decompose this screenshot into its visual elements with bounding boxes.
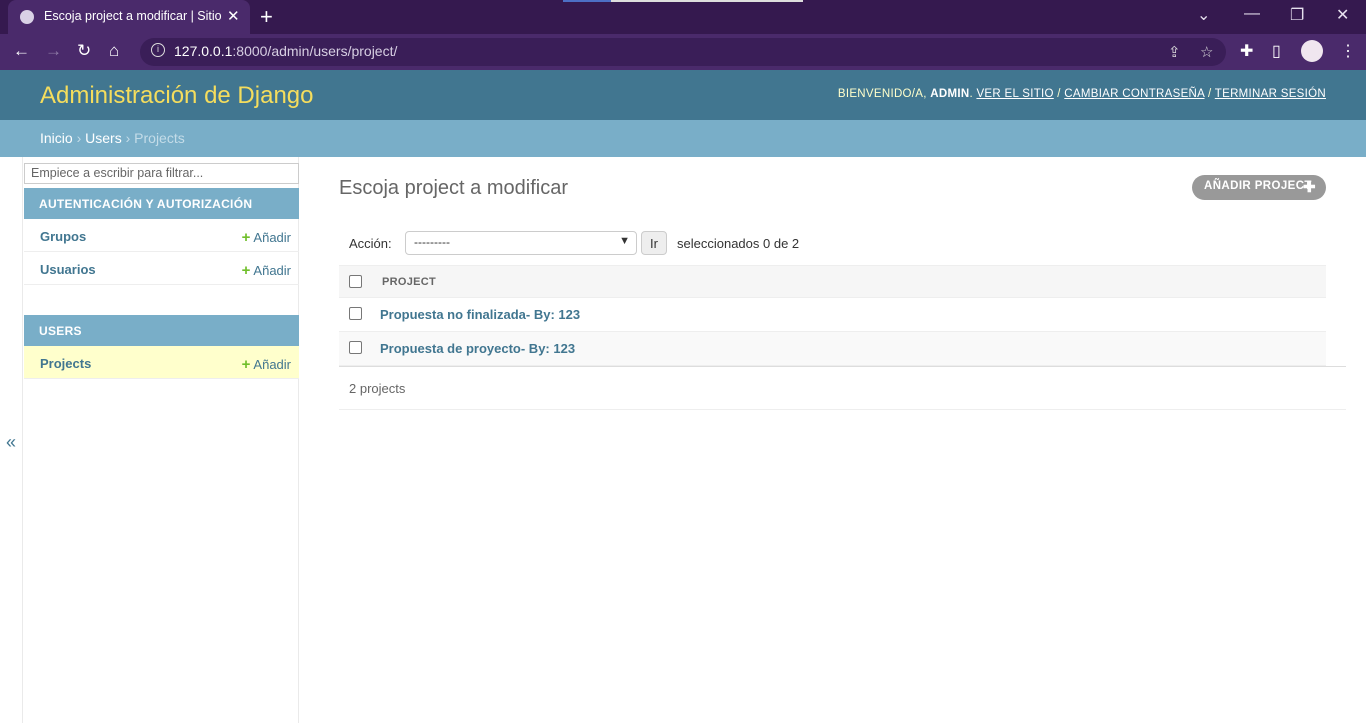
row-checkbox[interactable] xyxy=(349,341,362,354)
tab-strip-indicator-accent xyxy=(563,0,611,2)
table-row: Propuesta de proyecto- By: 123 xyxy=(339,332,1326,366)
forward-icon[interactable]: → xyxy=(45,41,62,61)
sidebar-item-label[interactable]: Usuarios xyxy=(40,262,96,277)
action-select[interactable]: --------- ▼ xyxy=(405,231,637,255)
toggle-sidebar-button[interactable]: « xyxy=(6,432,16,453)
tab-title: Escoja project a modificar | Sitio de xyxy=(44,9,222,23)
breadcrumb: Inicio › Users › Projects xyxy=(0,120,1366,157)
url-text: 127.0.0.1:8000/admin/users/project/ xyxy=(174,43,398,59)
paginator: 2 projects xyxy=(349,381,406,396)
breadcrumb-users[interactable]: Users xyxy=(85,130,122,146)
globe-icon xyxy=(20,10,34,24)
plus-icon: + xyxy=(241,356,251,373)
home-icon[interactable]: ⌂ xyxy=(109,41,119,61)
username: ADMIN xyxy=(930,88,970,100)
sidebar-item-label[interactable]: Grupos xyxy=(40,229,86,244)
selection-counter: seleccionados 0 de 2 xyxy=(677,236,800,251)
restore-icon[interactable]: ❐ xyxy=(1290,5,1304,25)
browser-tab[interactable]: Escoja project a modificar | Sitio de ✕ xyxy=(8,0,250,34)
divider xyxy=(339,366,1346,367)
sidebar-item-label[interactable]: Projects xyxy=(40,356,91,371)
new-tab-icon[interactable]: + xyxy=(260,4,273,30)
tab-search-icon[interactable]: ⌄ xyxy=(1197,5,1210,25)
breadcrumb-current: Projects xyxy=(134,130,185,146)
site-info-icon[interactable]: i xyxy=(151,43,165,57)
bookmark-star-icon[interactable]: ☆ xyxy=(1200,43,1213,61)
reload-icon[interactable]: ↻ xyxy=(77,41,91,61)
user-tools: BIENVENIDO/A, ADMIN. VER EL SITIO / CAMB… xyxy=(837,88,1326,100)
browser-tab-bar: Escoja project a modificar | Sitio de ✕ … xyxy=(0,0,1366,34)
extensions-icon[interactable]: ✚ xyxy=(1240,41,1253,61)
plus-icon: + xyxy=(241,229,251,246)
actions-bar: Acción: --------- ▼ Ir seleccionados 0 d… xyxy=(339,230,1326,257)
close-tab-icon[interactable]: ✕ xyxy=(227,7,240,25)
divider xyxy=(339,409,1346,410)
profile-avatar[interactable] xyxy=(1301,40,1323,62)
share-icon[interactable]: ⇪ xyxy=(1168,43,1181,61)
side-panel-icon[interactable]: ▯ xyxy=(1272,41,1281,61)
sidebar-item-usuarios: Usuarios + Añadir xyxy=(24,252,299,285)
add-project-button[interactable]: AÑADIR PROJECT ✚ xyxy=(1192,175,1326,200)
row-checkbox[interactable] xyxy=(349,307,362,320)
column-header-project[interactable]: PROJECT xyxy=(382,276,436,288)
minimize-icon[interactable]: — xyxy=(1244,5,1260,23)
browser-toolbar: ← → ↻ ⌂ i 127.0.0.1:8000/admin/users/pro… xyxy=(0,34,1366,70)
menu-icon[interactable]: ⋮ xyxy=(1340,41,1356,61)
welcome-text: BIENVENIDO/A, xyxy=(837,88,931,100)
view-site-link[interactable]: VER EL SITIO xyxy=(976,88,1053,100)
chevron-down-icon: ▼ xyxy=(619,235,630,247)
module-caption-users[interactable]: USERS xyxy=(24,315,299,346)
change-password-link[interactable]: CAMBIAR CONTRASEÑA xyxy=(1064,88,1204,100)
back-icon[interactable]: ← xyxy=(13,41,30,61)
project-link[interactable]: Propuesta no finalizada- By: 123 xyxy=(380,307,580,322)
table-header: PROJECT xyxy=(339,265,1326,298)
go-button[interactable]: Ir xyxy=(641,231,667,255)
close-window-icon[interactable]: ✕ xyxy=(1336,5,1349,25)
add-project-link[interactable]: + Añadir xyxy=(242,356,291,373)
add-grupo-link[interactable]: + Añadir xyxy=(242,229,291,246)
sidebar-item-grupos: Grupos + Añadir xyxy=(24,219,299,252)
nav-filter-input[interactable]: Empiece a escribir para filtrar... xyxy=(24,163,299,184)
logout-link[interactable]: TERMINAR SESIÓN xyxy=(1215,88,1326,100)
action-label: Acción: xyxy=(349,236,392,251)
add-usuario-link[interactable]: + Añadir xyxy=(242,262,291,279)
admin-header: Administración de Django BIENVENIDO/A, A… xyxy=(0,70,1366,120)
breadcrumb-home[interactable]: Inicio xyxy=(40,130,73,146)
plus-icon: ✚ xyxy=(1303,179,1316,196)
table-row: Propuesta no finalizada- By: 123 xyxy=(339,298,1326,332)
module-caption-auth[interactable]: AUTENTICACIÓN Y AUTORIZACIÓN xyxy=(24,188,299,219)
nav-sidebar: Empiece a escribir para filtrar... AUTEN… xyxy=(22,157,299,723)
project-link[interactable]: Propuesta de proyecto- By: 123 xyxy=(380,341,575,356)
plus-icon: + xyxy=(241,262,251,279)
results-table: PROJECT Propuesta no finalizada- By: 123… xyxy=(339,265,1326,366)
select-all-checkbox[interactable] xyxy=(349,275,362,288)
page-title: Escoja project a modificar xyxy=(339,177,568,199)
address-bar[interactable]: i 127.0.0.1:8000/admin/users/project/ ⇪ … xyxy=(140,38,1226,66)
sidebar-item-projects: Projects + Añadir xyxy=(24,346,299,379)
site-branding[interactable]: Administración de Django xyxy=(40,82,313,110)
